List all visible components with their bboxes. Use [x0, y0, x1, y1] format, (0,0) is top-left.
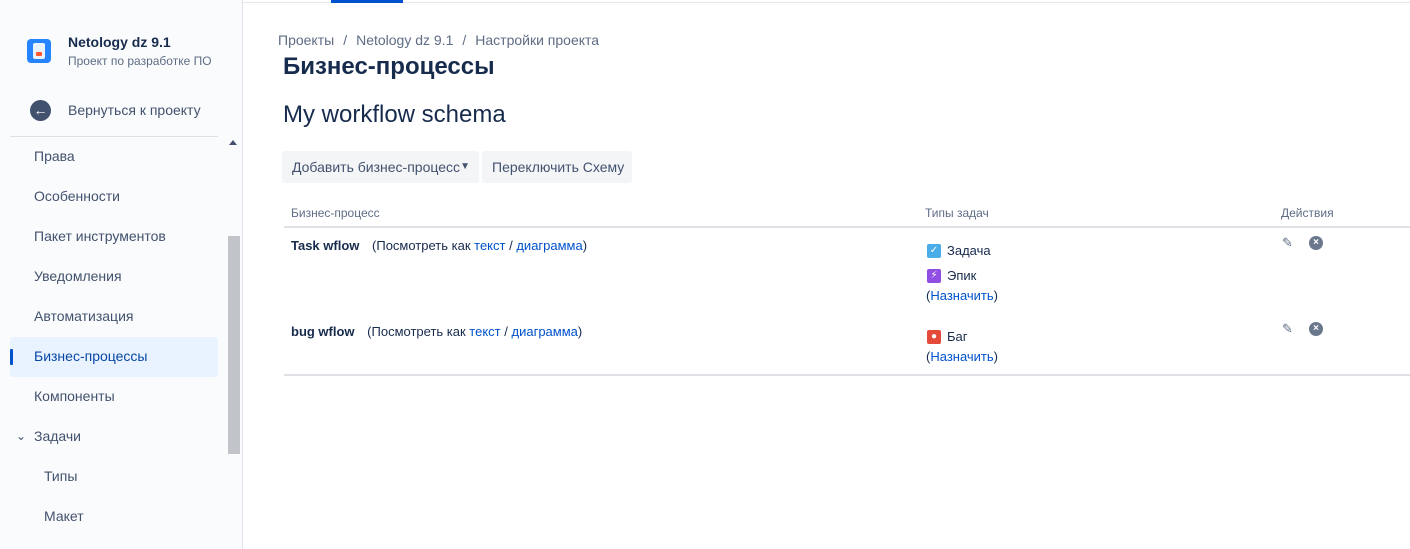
top-border [243, 2, 1410, 3]
chevron-down-icon: ⌄ [16, 429, 27, 443]
view-separator: / [509, 238, 513, 253]
project-header[interactable]: Netology dz 9.1 Проект по разработке ПО [27, 33, 237, 73]
sidebar-scrollbar-thumb[interactable] [228, 236, 240, 454]
view-as-suffix: ) [582, 238, 588, 253]
assign-close-paren: ) [993, 349, 999, 364]
sidebar-item-label: Макет [44, 508, 84, 524]
issue-type-label: Баг [947, 329, 968, 344]
sidebar-item-label: Уведомления [34, 268, 122, 284]
workflow-name: bug wflow [291, 324, 355, 339]
sidebar-item-workflows[interactable]: Бизнес-процессы [10, 337, 218, 377]
top-tab-indicator [331, 0, 403, 3]
view-as-prefix: (Посмотреть как [367, 324, 466, 339]
sidebar-nav: Права Особенности Пакет инструментов Уве… [10, 137, 218, 537]
sidebar-item-permissions[interactable]: Права [10, 137, 218, 177]
table-header-divider [284, 226, 1410, 228]
sidebar-item-automation[interactable]: Автоматизация [10, 297, 218, 337]
table-row: Task wflow (Посмотреть как текст / диагр… [291, 238, 587, 253]
sidebar-item-features[interactable]: Особенности [10, 177, 218, 217]
sidebar-item-layout[interactable]: Макет [10, 497, 218, 537]
sidebar-item-types[interactable]: Типы [10, 457, 218, 497]
task-checkbox-icon: ✓ [927, 244, 941, 258]
workflow-name: Task wflow [291, 238, 360, 253]
edit-pencil-icon[interactable]: ✎ [1282, 235, 1293, 251]
back-to-project-button[interactable]: ← Вернуться к проекту [30, 100, 230, 122]
add-workflow-button[interactable]: Добавить бизнес-процесс ▼ [282, 151, 479, 183]
switch-scheme-button[interactable]: Переключить Схему [482, 151, 632, 183]
assign-link[interactable]: Назначить [930, 288, 993, 303]
view-diagram-link[interactable]: диаграмма [516, 238, 582, 253]
breadcrumb-project[interactable]: Netology dz 9.1 [356, 32, 453, 48]
epic-lightning-icon: ⚡ [927, 269, 941, 283]
sidebar-item-label: Задачи [34, 428, 82, 444]
sidebar-item-label: Особенности [34, 188, 120, 204]
edit-pencil-icon[interactable]: ✎ [1282, 321, 1293, 337]
switch-scheme-label: Переключить Схему [492, 159, 625, 175]
sidebar-item-components[interactable]: Компоненты [10, 377, 218, 417]
assign-row: (Назначить) [926, 288, 998, 303]
view-separator: / [504, 324, 508, 339]
delete-icon[interactable]: × [1309, 322, 1323, 336]
add-workflow-label: Добавить бизнес-процесс [292, 159, 460, 175]
sidebar-item-label: Компоненты [34, 388, 115, 404]
project-name: Netology dz 9.1 [68, 34, 171, 50]
page-title: Бизнес-процессы [283, 53, 495, 80]
view-text-link[interactable]: текст [474, 238, 505, 253]
sidebar-item-label: Типы [44, 468, 78, 484]
sidebar-item-label: Бизнес-процессы [34, 348, 148, 364]
column-header-workflow: Бизнес-процесс [291, 206, 380, 220]
project-type: Проект по разработке ПО [68, 54, 212, 68]
table-row: bug wflow (Посмотреть как текст / диагра… [291, 324, 582, 339]
view-diagram-link[interactable]: диаграмма [512, 324, 578, 339]
assign-close-paren: ) [993, 288, 999, 303]
breadcrumb-settings[interactable]: Настройки проекта [475, 32, 599, 48]
sidebar-item-issues[interactable]: ⌄ Задачи [10, 417, 218, 457]
view-text-link[interactable]: текст [469, 324, 500, 339]
sidebar-item-label: Пакет инструментов [34, 228, 166, 244]
assign-row: (Назначить) [926, 349, 998, 364]
issue-type-label: Задача [947, 243, 991, 258]
view-as-suffix: ) [577, 324, 583, 339]
view-as-prefix: (Посмотреть как [372, 238, 471, 253]
column-header-actions: Действия [1281, 206, 1334, 220]
sidebar-item-label: Права [34, 148, 75, 164]
sidebar-item-toolchain[interactable]: Пакет инструментов [10, 217, 218, 257]
bug-dot-icon: ● [927, 330, 941, 344]
arrow-left-icon: ← [30, 100, 51, 121]
assign-link[interactable]: Назначить [930, 349, 993, 364]
table-bottom-divider [284, 374, 1410, 376]
breadcrumb-projects[interactable]: Проекты [278, 32, 334, 48]
schema-title: My workflow schema [283, 101, 506, 128]
sidebar: Netology dz 9.1 Проект по разработке ПО … [0, 0, 243, 549]
scroll-up-arrow-icon[interactable] [229, 140, 237, 145]
project-avatar-icon [27, 39, 51, 63]
issue-type-label: Эпик [947, 268, 977, 283]
back-to-project-label: Вернуться к проекту [68, 102, 201, 118]
delete-icon[interactable]: × [1309, 236, 1323, 250]
chevron-down-icon: ▼ [460, 161, 470, 172]
breadcrumb: Проекты / Netology dz 9.1/Настройки проект… [278, 32, 600, 48]
column-header-issue-types: Типы задач [925, 206, 989, 220]
sidebar-item-notifications[interactable]: Уведомления [10, 257, 218, 297]
sidebar-item-label: Автоматизация [34, 308, 134, 324]
